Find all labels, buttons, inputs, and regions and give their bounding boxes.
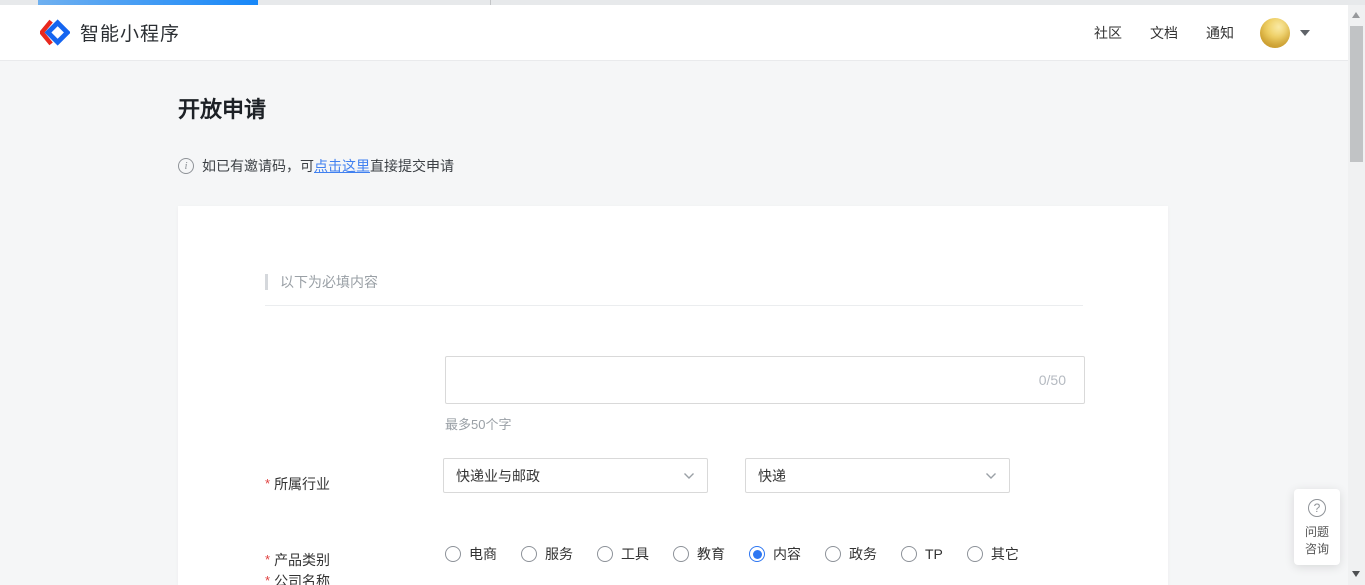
section-divider <box>265 305 1083 306</box>
radio-label: 教育 <box>697 544 725 564</box>
help-text: 问题 咨询 <box>1305 524 1329 558</box>
radio-icon <box>597 546 613 562</box>
radio-label: 服务 <box>545 544 573 564</box>
radio-icon <box>967 546 983 562</box>
company-name-input[interactable] <box>446 357 1084 403</box>
required-section-header: 以下为必填内容 <box>265 272 378 292</box>
chevron-down-icon <box>1300 30 1310 36</box>
info-icon: i <box>178 158 194 174</box>
help-text-line2: 咨询 <box>1305 542 1329 556</box>
notice-suffix: 直接提交申请 <box>370 158 454 174</box>
logo-text: 智能小程序 <box>80 19 180 46</box>
chevron-down-icon <box>985 472 997 480</box>
radio-icon <box>825 546 841 562</box>
radio-label: 工具 <box>621 544 649 564</box>
scrollbar-thumb[interactable] <box>1350 26 1363 162</box>
industry-primary-select[interactable]: 快递业与邮政 <box>443 458 708 493</box>
radio-label: TP <box>925 546 943 562</box>
nav-item-community[interactable]: 社区 <box>1094 23 1122 43</box>
radio-services[interactable]: 服务 <box>521 544 573 564</box>
radio-icon <box>901 546 917 562</box>
notice-text: 如已有邀请码，可点击这里直接提交申请 <box>202 156 454 176</box>
nav-item-docs[interactable]: 文档 <box>1150 23 1178 43</box>
question-icon: ? <box>1308 499 1326 517</box>
radio-icon <box>673 546 689 562</box>
industry-primary-value: 快递业与邮政 <box>456 466 540 486</box>
logo-icon <box>40 19 70 46</box>
app-header: 智能小程序 社区 文档 通知 <box>0 5 1365 61</box>
radio-government[interactable]: 政务 <box>825 544 877 564</box>
user-menu[interactable] <box>1260 18 1310 48</box>
radio-icon <box>445 546 461 562</box>
avatar[interactable] <box>1260 18 1290 48</box>
required-mark: * <box>265 573 270 585</box>
company-name-label-text: 公司名称 <box>274 573 330 585</box>
radio-label: 政务 <box>849 544 877 564</box>
industry-label-text: 所属行业 <box>274 476 330 492</box>
radio-tp[interactable]: TP <box>901 546 943 562</box>
industry-label: * 所属行业 <box>265 474 330 494</box>
radio-education[interactable]: 教育 <box>673 544 725 564</box>
notice-prefix: 如已有邀请码，可 <box>202 158 314 174</box>
radio-tools[interactable]: 工具 <box>597 544 649 564</box>
vertical-scrollbar[interactable] <box>1348 5 1365 585</box>
radio-label: 内容 <box>773 544 801 564</box>
invite-code-notice: i 如已有邀请码，可点击这里直接提交申请 <box>178 156 454 176</box>
section-title: 以下为必填内容 <box>280 272 378 292</box>
industry-secondary-select[interactable]: 快递 <box>745 458 1010 493</box>
help-text-line1: 问题 <box>1305 525 1329 539</box>
radio-icon <box>521 546 537 562</box>
help-consult-button[interactable]: ? 问题 咨询 <box>1294 489 1340 565</box>
nav-item-notifications[interactable]: 通知 <box>1206 23 1234 43</box>
industry-secondary-value: 快递 <box>758 466 786 486</box>
chevron-down-icon <box>683 472 695 480</box>
required-mark: * <box>265 476 270 491</box>
company-name-label: * 公司名称 <box>265 571 330 585</box>
radio-label: 其它 <box>991 544 1019 564</box>
category-radio-group: 电商 服务 工具 教育 内容 政务 TP 其它 <box>445 544 1019 564</box>
header-nav: 社区 文档 通知 <box>1094 23 1234 43</box>
application-form-card: 以下为必填内容 * 公司名称 0/50 最多50个字 * 所属行业 快递业与邮政 快… <box>178 206 1168 585</box>
radio-content[interactable]: 内容 <box>749 544 801 564</box>
page-title: 开放申请 <box>178 92 266 124</box>
section-bar <box>265 274 268 290</box>
company-name-field: 0/50 <box>445 356 1085 404</box>
app-logo[interactable]: 智能小程序 <box>40 19 180 46</box>
category-label: * 产品类别 <box>265 550 330 570</box>
required-mark: * <box>265 552 270 567</box>
radio-other[interactable]: 其它 <box>967 544 1019 564</box>
scroll-down-arrow-icon[interactable] <box>1352 571 1360 577</box>
invite-code-link[interactable]: 点击这里 <box>314 158 370 174</box>
category-label-text: 产品类别 <box>274 552 330 568</box>
company-name-helper: 最多50个字 <box>445 414 511 433</box>
scroll-up-arrow-icon[interactable] <box>1352 12 1360 18</box>
radio-icon-checked <box>749 546 765 562</box>
radio-ecommerce[interactable]: 电商 <box>445 544 497 564</box>
radio-label: 电商 <box>469 544 497 564</box>
